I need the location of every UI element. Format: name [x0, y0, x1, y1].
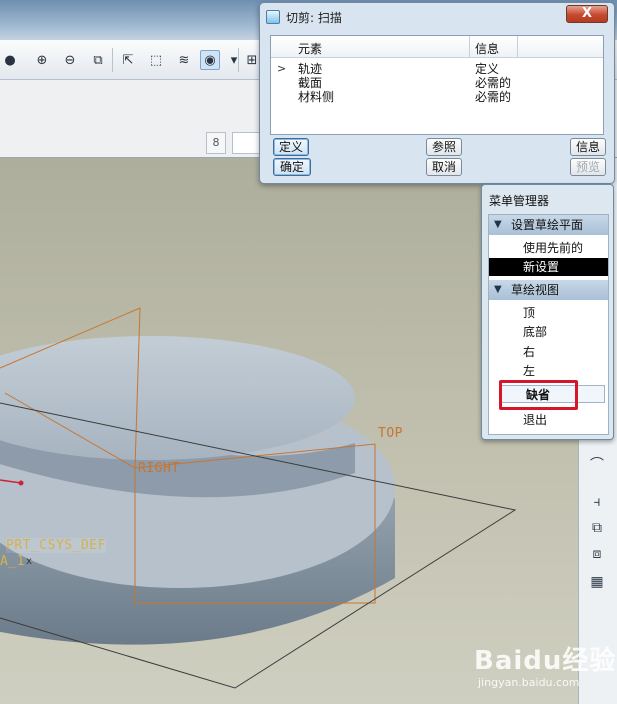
trajectory-point: [18, 480, 24, 486]
column-divider: [517, 36, 518, 58]
saved-views-icon[interactable]: ⬚: [146, 50, 166, 70]
table-header: 元素 信息: [271, 36, 603, 58]
cancel-button[interactable]: 取消: [426, 158, 462, 176]
toolbar-separator: [238, 48, 239, 72]
menu-item-use-previous[interactable]: 使用先前的: [489, 239, 608, 257]
menu-section-sketch-plane[interactable]: ▼ 设置草绘平面: [489, 215, 608, 235]
sphere-icon[interactable]: ●: [0, 50, 20, 70]
preview-button: 预览: [570, 158, 606, 176]
dialog-titlebar: 切剪: 扫描: [266, 7, 566, 27]
top-datum-label: TOP: [378, 426, 403, 441]
axis-mark-label: x: [26, 556, 33, 567]
csys-label: PRT_CSYS_DEF: [6, 538, 106, 553]
baidu-watermark-logo: Baidu经验: [474, 646, 617, 676]
merge-icon[interactable]: ⧉: [587, 518, 607, 538]
dialog-app-icon: [266, 10, 280, 24]
zoom-out-icon[interactable]: ⊖: [60, 50, 80, 70]
column-divider: [469, 36, 470, 58]
define-button[interactable]: 定义: [273, 138, 309, 156]
menu-item-top[interactable]: 顶: [489, 304, 608, 322]
highlight-annotation-box: [499, 380, 578, 410]
pattern-icon[interactable]: ▦: [587, 572, 607, 592]
menu-section-sketch-view[interactable]: ▼ 草绘视图: [489, 280, 608, 300]
dialog-title: 切剪: 扫描: [286, 10, 342, 25]
mirror-icon[interactable]: ⫞: [587, 492, 607, 512]
reorient-icon[interactable]: ⇱: [118, 50, 138, 70]
triangle-down-icon: ▼: [494, 219, 502, 230]
sweep-cut-dialog: 切剪: 扫描 X 元素 信息 > 轨迹 定义 截面 必需的 材料侧 必需的 定义…: [259, 2, 615, 184]
spin-center-icon[interactable]: 8: [206, 132, 226, 154]
table-row[interactable]: > 轨迹 定义: [271, 62, 603, 76]
intersect-icon[interactable]: ⧈: [587, 544, 607, 564]
menu-item-right[interactable]: 右: [489, 343, 608, 361]
menu-item-bottom[interactable]: 底部: [489, 323, 608, 341]
close-button[interactable]: X: [566, 5, 608, 23]
menu-manager-title: 菜单管理器: [489, 194, 550, 208]
filter-field[interactable]: [232, 132, 262, 154]
right-datum-label: RIGHT: [138, 461, 180, 476]
zoom-in-icon[interactable]: ⊕: [32, 50, 52, 70]
info-button[interactable]: 信息: [570, 138, 606, 156]
row-element: 截面: [298, 76, 323, 90]
menu-item-new-setup[interactable]: 新设置: [489, 258, 608, 276]
refit-icon[interactable]: ⧉: [88, 50, 108, 70]
layers-icon[interactable]: ≋: [174, 50, 194, 70]
column-header-info: 信息: [475, 42, 500, 56]
column-header-element: 元素: [298, 42, 323, 56]
table-row[interactable]: 材料侧 必需的: [271, 90, 603, 104]
toolbar-separator: [112, 48, 113, 72]
display-style-icon[interactable]: ◉: [200, 50, 220, 70]
row-element: 材料侧: [298, 90, 335, 104]
row-info: 必需的: [475, 90, 512, 104]
row-element: 轨迹: [298, 62, 323, 76]
ribbon-tool-icon[interactable]: ⌒: [587, 454, 607, 474]
table-row[interactable]: 截面 必需的: [271, 76, 603, 90]
menu-item-left[interactable]: 左: [489, 362, 608, 380]
csys-prefix-label: A_1: [0, 554, 25, 569]
menu-item-exit[interactable]: 退出: [489, 411, 608, 429]
triangle-down-icon: ▼: [494, 284, 502, 295]
reference-button[interactable]: 参照: [426, 138, 462, 156]
element-table: 元素 信息 > 轨迹 定义 截面 必需的 材料侧 必需的: [270, 35, 604, 135]
ok-button[interactable]: 确定: [273, 158, 311, 176]
row-info: 必需的: [475, 76, 512, 90]
current-row-marker: >: [277, 62, 287, 75]
row-info: 定义: [475, 62, 500, 76]
chevron-down-icon[interactable]: ▾: [224, 50, 244, 70]
baidu-watermark-url: jingyan.baidu.com: [478, 676, 580, 689]
